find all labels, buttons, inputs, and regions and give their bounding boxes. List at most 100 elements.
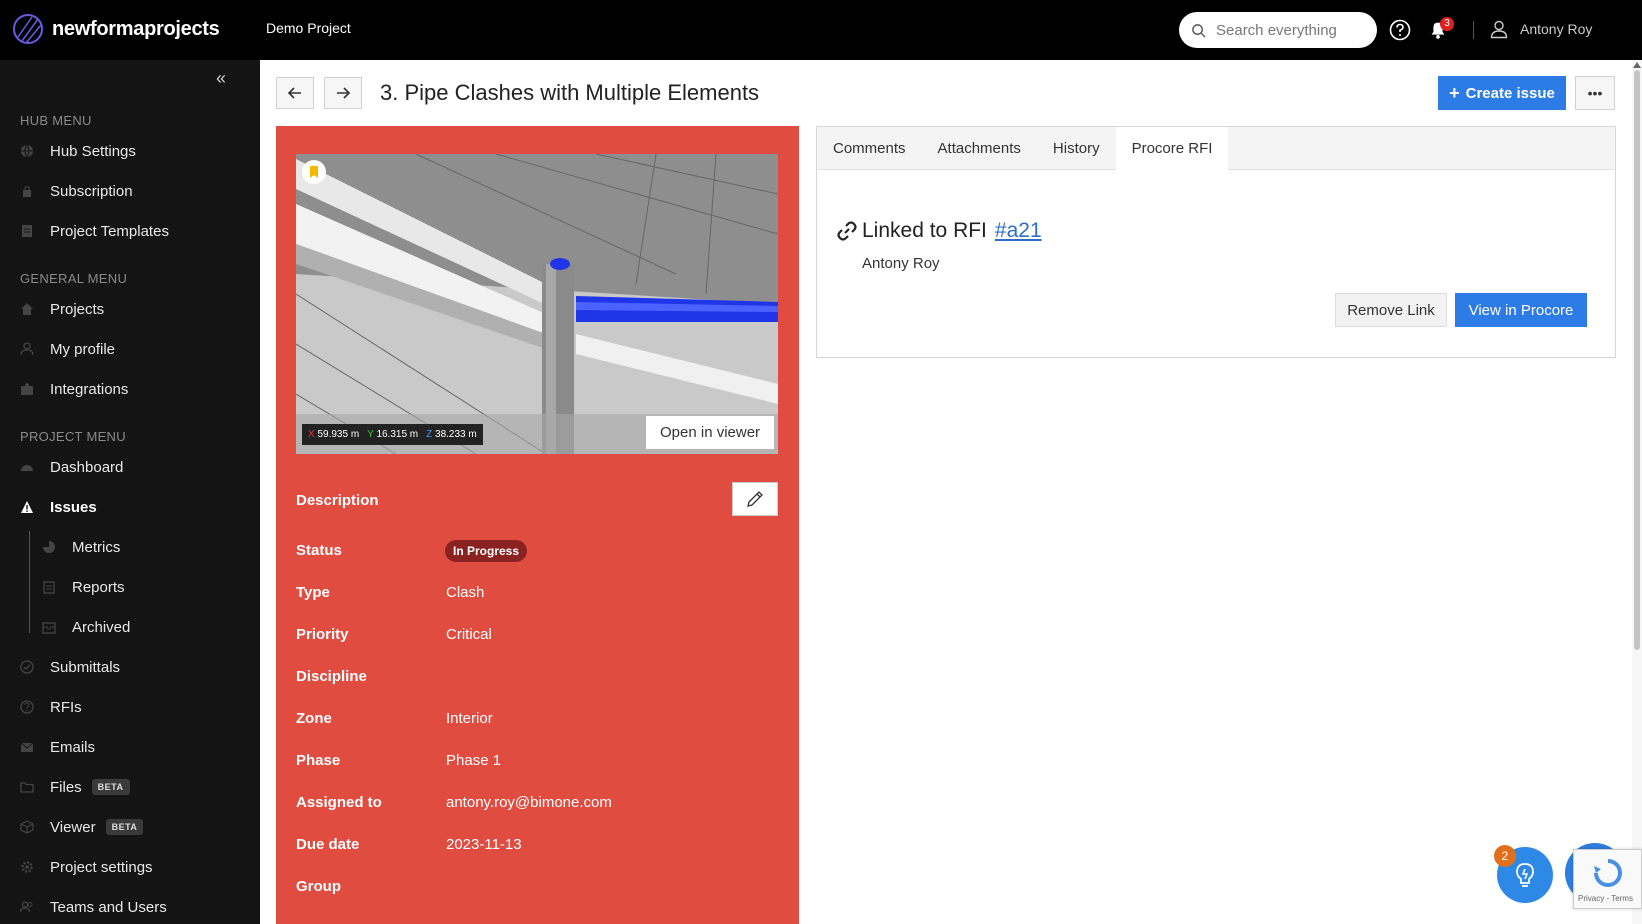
help-icon[interactable] [1389,19,1411,41]
brand-name: newformaprojects [52,17,220,40]
x-axis-label: X [308,429,315,440]
subscription-icon [23,186,31,197]
recaptcha-text[interactable]: Privacy - Terms [1578,894,1633,903]
sidebar-item-label: Viewer [50,818,96,836]
sidebar-item-dashboard[interactable]: Dashboard [20,455,123,479]
global-search[interactable] [1179,12,1377,48]
z-coordinate: 38.233 m [435,429,477,440]
sidebar-item-label: Subscription [50,182,133,200]
sidebar-item-metrics[interactable]: Metrics [42,535,120,559]
mail-icon [20,742,34,752]
project-name[interactable]: Demo Project [266,20,351,36]
assigned-to-label: Assigned to [296,794,382,811]
status-label: Status [296,542,342,559]
users-icon [20,901,33,913]
next-issue-button[interactable] [324,77,362,109]
archive-icon [42,622,56,634]
sidebar-item-my-profile[interactable]: My profile [20,337,115,361]
open-in-viewer-button[interactable]: Open in viewer [646,416,775,449]
sidebar-item-subscription[interactable]: Subscription [20,179,133,203]
view-in-procore-button[interactable]: View in Procore [1455,293,1587,327]
sidebar-item-emails[interactable]: Emails [20,735,95,759]
issue-activity-panel: Comments Attachments History Procore RFI… [816,126,1616,358]
sidebar-item-label: My profile [50,340,116,358]
sidebar-item-label: Submittals [50,658,121,676]
user-name: Antony Roy [1520,21,1593,37]
user-menu[interactable]: Antony Roy [1489,19,1592,39]
link-icon [837,221,857,241]
sidebar-item-reports[interactable]: Reports [42,575,125,599]
puzzle-icon [21,383,33,395]
rfi-number-link[interactable]: #a21 [995,219,1042,243]
pie-chart-icon [43,541,55,553]
beta-badge: BETA [91,779,130,795]
dashboard-icon [21,465,33,471]
sidebar-item-archived[interactable]: Archived [42,615,130,639]
remove-link-button[interactable]: Remove Link [1335,293,1447,327]
sidebar-item-label: Metrics [72,538,121,556]
plus-icon: + [1449,82,1460,103]
create-issue-button[interactable]: + Create issue [1438,76,1566,110]
scroll-thumb[interactable] [1634,70,1640,650]
issue-snapshot[interactable]: X 59.935 m Y 16.315 m Z 38.233 m Open in… [296,154,778,454]
tab-history[interactable]: History [1037,127,1116,170]
edit-description-button[interactable] [732,482,778,516]
report-icon [43,581,55,594]
phase-value[interactable]: Phase 1 [446,752,501,769]
sidebar-item-label: Archived [72,618,131,636]
top-bar: newformaprojects Demo Project 3 Antony R… [0,0,1642,60]
sidebar-item-projects[interactable]: Projects [20,297,104,321]
folder-icon [20,782,34,793]
group-label: Group [296,878,341,895]
globe-icon [21,144,33,158]
notifications-button[interactable]: 3 [1427,17,1454,43]
assigned-to-value[interactable]: antony.roy@bimone.com [446,794,612,811]
sidebar-item-label: Emails [50,738,96,756]
bookmark-icon[interactable] [302,160,326,184]
issue-details-panel: X 59.935 m Y 16.315 m Z 38.233 m Open in… [276,126,799,924]
search-input[interactable] [1216,21,1366,39]
due-date-value[interactable]: 2023-11-13 [446,836,522,853]
sidebar-item-viewer[interactable]: Viewer BETA [20,815,144,839]
sidebar-item-integrations[interactable]: Integrations [20,377,128,401]
collapse-sidebar-icon[interactable]: « [216,68,226,89]
sidebar: « HUB MENU Hub Settings Subscription Pro… [0,60,260,924]
page-scrollbar[interactable] [1632,60,1642,924]
general-menu-label: GENERAL MENU [20,271,128,286]
sidebar-item-issues[interactable]: Issues [20,495,97,519]
status-badge[interactable]: In Progress [445,540,528,562]
tab-comments[interactable]: Comments [817,127,922,170]
sidebar-item-label: Projects [50,300,105,318]
sidebar-item-files[interactable]: Files BETA [20,775,130,799]
app-logo[interactable]: newformaprojects [12,13,220,45]
tab-attachments[interactable]: Attachments [922,127,1037,170]
zone-label: Zone [296,710,332,727]
sidebar-item-label: Dashboard [50,458,124,476]
lightbulb-icon [1516,863,1534,887]
warning-icon [21,501,33,513]
sidebar-item-label: Hub Settings [50,142,136,160]
description-label: Description [296,492,379,509]
zone-value[interactable]: Interior [446,710,493,727]
sidebar-item-rfis[interactable]: RFIs [20,695,82,719]
sidebar-item-label: Project Templates [50,222,169,240]
type-value[interactable]: Clash [446,584,484,601]
type-label: Type [296,584,330,601]
beta-badge: BETA [105,819,144,835]
phase-label: Phase [296,752,341,769]
arrow-left-icon [287,87,301,99]
more-options-button[interactable]: ••• [1575,76,1615,110]
document-icon [22,225,32,237]
sidebar-item-label: RFIs [50,698,82,716]
sidebar-item-project-templates[interactable]: Project Templates [20,219,169,243]
sidebar-item-hub-settings[interactable]: Hub Settings [20,139,136,163]
sidebar-item-teams-and-users[interactable]: Teams and Users [20,895,167,919]
priority-value[interactable]: Critical [446,626,492,643]
sidebar-item-project-settings[interactable]: Project settings [20,855,153,879]
search-icon [1192,23,1206,38]
scroll-up-arrow-icon[interactable] [1633,62,1641,68]
sidebar-item-submittals[interactable]: Submittals [20,655,120,679]
previous-issue-button[interactable] [276,77,314,109]
tab-procore-rfi[interactable]: Procore RFI [1115,127,1229,171]
issue-title: 3. Pipe Clashes with Multiple Elements [380,80,760,105]
